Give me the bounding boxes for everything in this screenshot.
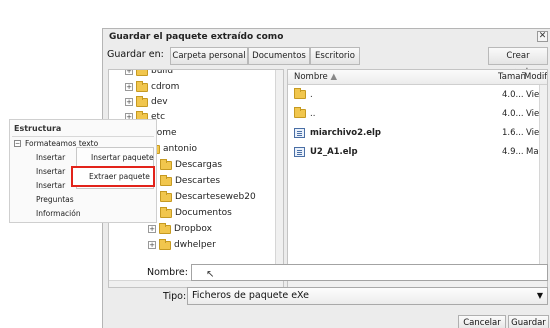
- close-icon[interactable]: ✕: [537, 31, 548, 42]
- folder-icon: [136, 80, 148, 92]
- tree-item[interactable]: Descargas: [160, 158, 222, 172]
- tree-item[interactable]: Documentos: [160, 206, 232, 220]
- dialog-title: Guardar el paquete extraído como: [109, 32, 284, 42]
- expand-icon[interactable]: +: [125, 83, 133, 91]
- file-list-horizontal-scrollbar[interactable]: [288, 280, 547, 287]
- expand-icon[interactable]: +: [148, 225, 156, 233]
- tree-item-label: Dropbox: [174, 224, 212, 234]
- file-name: U2_A1.elp: [310, 147, 358, 157]
- tree-item-label: Descartes: [175, 176, 221, 186]
- tree-item-label: cdrom: [151, 82, 180, 92]
- structure-node[interactable]: Insertar: [36, 153, 65, 162]
- save-package-dialog: Guardar el paquete extraído como ✕ Guard…: [102, 28, 550, 328]
- file-type-select[interactable]: Ficheros de paquete eXe ▼: [187, 287, 548, 305]
- menu-item-insert-package[interactable]: Insertar paquete: [91, 153, 154, 162]
- column-header-size[interactable]: Tamañ: [498, 72, 526, 82]
- file-list-vertical-scrollbar[interactable]: [539, 85, 547, 282]
- expand-icon[interactable]: +: [125, 70, 133, 75]
- structure-node[interactable]: Información: [36, 209, 81, 218]
- tree-item[interactable]: + cdrom: [125, 80, 179, 94]
- tree-item[interactable]: + Dropbox: [148, 222, 212, 236]
- file-row[interactable]: U2_A1.elp 4.9... Ma...: [288, 144, 547, 159]
- path-button-documentos[interactable]: Documentos: [248, 47, 310, 65]
- tree-item-label: Descarteseweb20: [175, 192, 256, 202]
- folder-icon: [160, 158, 172, 170]
- document-icon: [294, 128, 305, 138]
- tree-item[interactable]: Descartes: [160, 174, 220, 188]
- file-list-header: Nombre ▲ Tamañ Modifi: [288, 70, 547, 85]
- file-name: .: [310, 90, 313, 100]
- expand-icon[interactable]: +: [148, 241, 156, 249]
- file-list[interactable]: Nombre ▲ Tamañ Modifi . 4.0... Vie... ..…: [287, 69, 548, 288]
- file-size: 4.9...: [502, 147, 524, 157]
- folder-icon: [294, 107, 306, 118]
- cancel-button[interactable]: Cancelar: [458, 315, 506, 328]
- file-size: 4.0...: [502, 109, 524, 119]
- tree-item-label: antonio: [163, 144, 197, 154]
- sort-asc-icon: ▲: [330, 72, 338, 82]
- folder-icon: [159, 222, 171, 234]
- column-header-modified[interactable]: Modifi: [524, 72, 547, 82]
- file-name: ..: [310, 109, 316, 119]
- column-header-name[interactable]: Nombre ▲: [294, 72, 337, 82]
- file-name: miarchivo2.elp: [310, 128, 381, 138]
- collapse-icon[interactable]: −: [14, 140, 21, 147]
- file-row[interactable]: . 4.0... Vie...: [288, 87, 547, 102]
- path-button-home[interactable]: Carpeta personal: [170, 47, 248, 65]
- divider: [12, 136, 154, 137]
- tree-item[interactable]: + dev: [125, 95, 168, 109]
- save-in-label: Guardar en:: [107, 49, 164, 60]
- create-folder-button[interactable]: Crear carpeta: [488, 47, 548, 77]
- file-type-label: Tipo:: [163, 291, 187, 302]
- file-row[interactable]: miarchivo2.elp 1.6... Vie...: [288, 125, 547, 140]
- structure-node[interactable]: Preguntas: [36, 195, 74, 204]
- file-size: 4.0...: [502, 90, 524, 100]
- folder-icon: [136, 70, 148, 76]
- structure-title: Estructura: [14, 124, 62, 133]
- document-icon: [294, 147, 305, 157]
- expand-icon[interactable]: +: [125, 98, 133, 106]
- file-type-value: Ficheros de paquete eXe: [192, 290, 309, 301]
- file-size: 1.6...: [502, 128, 524, 138]
- filename-input[interactable]: ↖: [191, 264, 548, 281]
- structure-node[interactable]: Insertar: [36, 181, 65, 190]
- tree-item[interactable]: + dwhelper: [148, 238, 216, 252]
- tree-item[interactable]: Descarteseweb20: [160, 190, 256, 204]
- chevron-down-icon: ▼: [536, 291, 543, 300]
- tree-item[interactable]: + build: [125, 69, 174, 78]
- tree-horizontal-scrollbar[interactable]: [109, 280, 283, 287]
- filename-label: Nombre:: [147, 267, 188, 278]
- menu-item-extract-package[interactable]: Extraer paquete: [89, 172, 150, 181]
- tree-item-label: dwhelper: [174, 240, 216, 250]
- tree-item-label: dev: [151, 97, 168, 107]
- folder-icon: [160, 206, 172, 218]
- mouse-cursor-icon: ↖: [206, 269, 215, 280]
- structure-node[interactable]: Insertar: [36, 167, 65, 176]
- folder-icon: [160, 190, 172, 202]
- file-row[interactable]: .. 4.0... Vie...: [288, 106, 547, 121]
- path-button-escritorio[interactable]: Escritorio: [310, 47, 360, 65]
- folder-icon: [159, 238, 171, 250]
- tree-item-label: Descargas: [175, 160, 223, 170]
- highlight-box: Extraer paquete: [71, 166, 155, 187]
- folder-icon: [294, 88, 306, 99]
- save-button[interactable]: Guardar: [508, 315, 549, 328]
- folder-icon: [160, 174, 172, 186]
- tree-vertical-scrollbar[interactable]: [275, 70, 283, 287]
- folder-icon: [136, 95, 148, 107]
- tree-item-label: Documentos: [175, 208, 232, 218]
- tree-item-label: build: [151, 69, 174, 76]
